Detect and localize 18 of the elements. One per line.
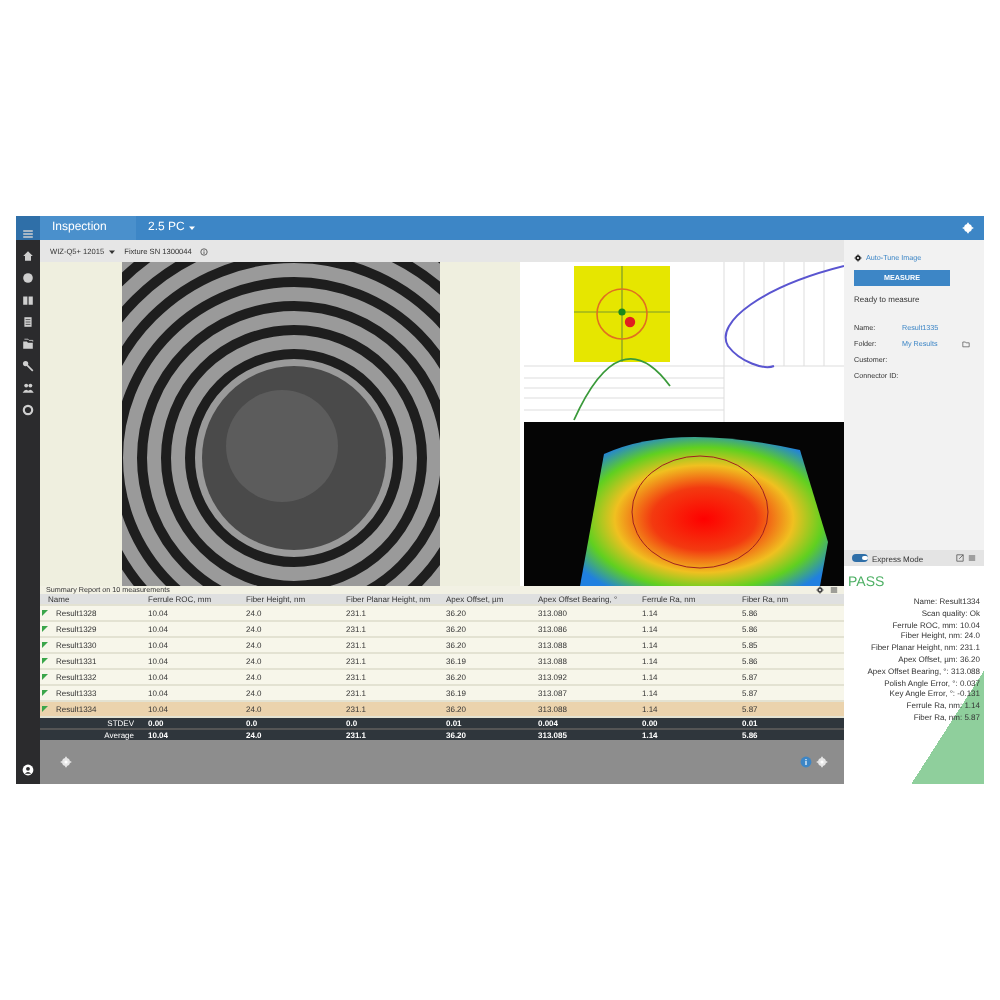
circle-icon[interactable] — [22, 272, 34, 284]
express-mode-toggle[interactable] — [852, 554, 868, 562]
document-icon[interactable] — [22, 316, 34, 328]
caret-icon[interactable] — [108, 247, 117, 255]
folder-icon[interactable] — [962, 340, 970, 348]
key-icon[interactable] — [22, 360, 34, 372]
book-icon[interactable] — [22, 294, 34, 306]
info-icon[interactable] — [199, 247, 208, 255]
spot-plot-drawing — [573, 265, 671, 363]
home-icon[interactable] — [22, 250, 34, 262]
folders-icon[interactable] — [22, 338, 34, 350]
export-icon[interactable] — [956, 554, 964, 562]
users-icon[interactable] — [22, 382, 34, 394]
profile-curve — [724, 265, 844, 368]
menu-button[interactable] — [16, 216, 40, 240]
parabola-curve — [573, 357, 671, 421]
ring-icon[interactable] — [22, 404, 34, 416]
user-icon[interactable] — [22, 764, 34, 776]
